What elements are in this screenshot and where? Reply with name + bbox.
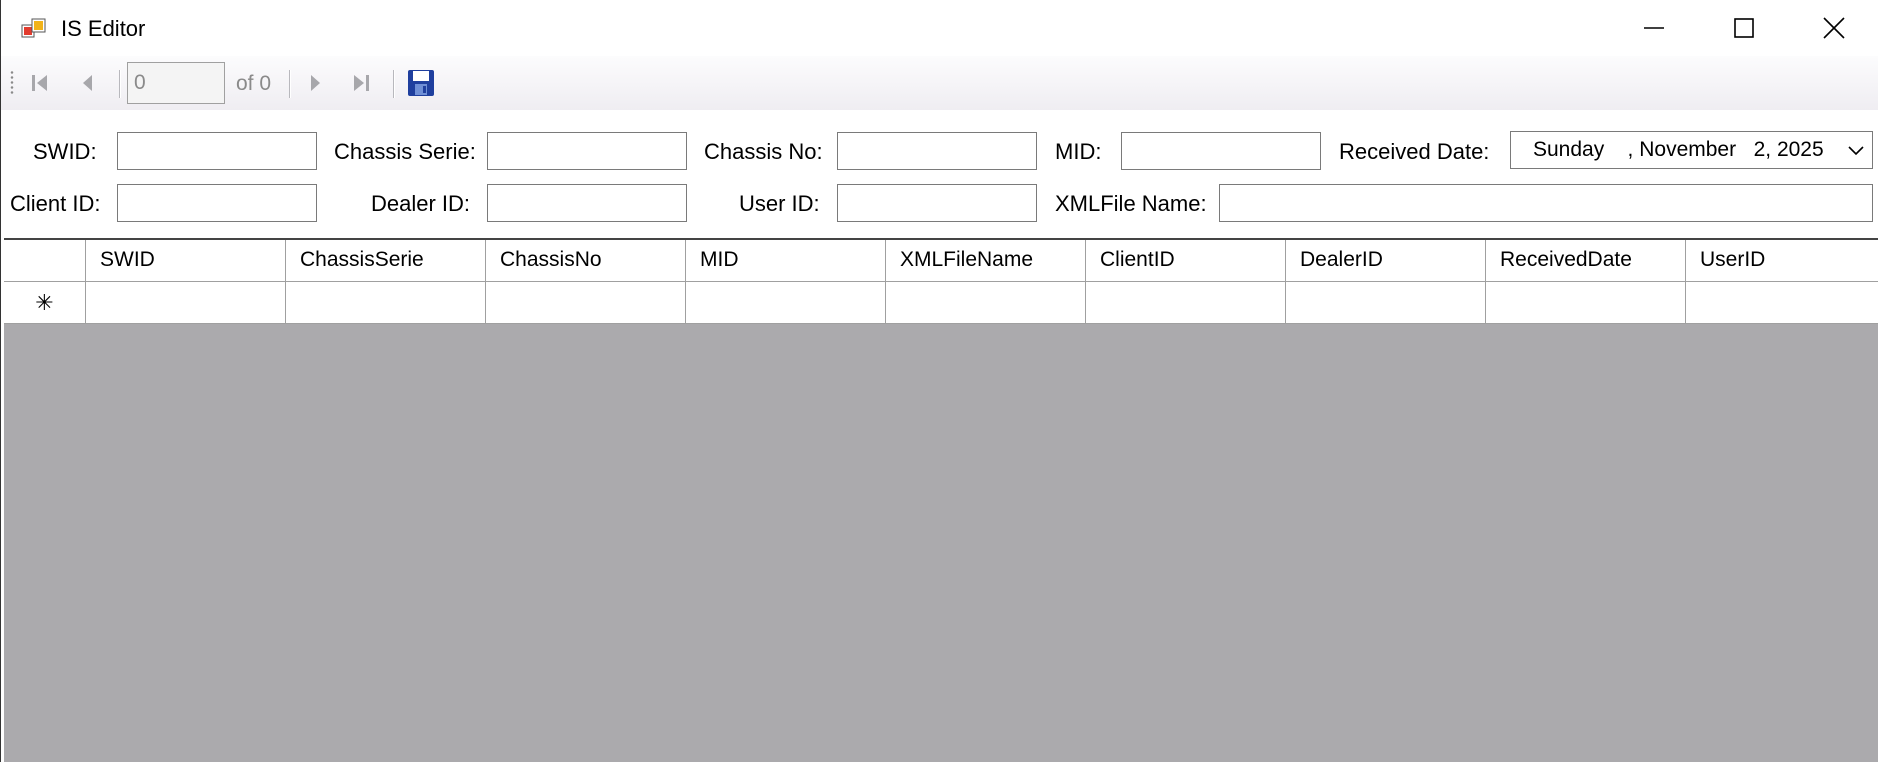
column-header-chassis-serie[interactable]: ChassisSerie [286,240,486,282]
swid-label: SWID: [33,139,97,164]
column-header-dealer-id[interactable]: DealerID [1286,240,1486,282]
new-row-asterisk-icon: ✳ [35,289,54,315]
maximize-icon [1734,18,1754,38]
column-header-mid[interactable]: MID [686,240,886,282]
chassis-no-label: Chassis No: [704,139,823,164]
new-row-cell-dealer-id[interactable] [1286,282,1486,324]
column-header-received-date[interactable]: ReceivedDate [1486,240,1686,282]
toolbar-separator [289,70,290,98]
user-id-label: User ID: [739,191,820,216]
is-editor-window: IS Editor 0 of 0 SWID: Chassis Serie: Ch… [0,0,1878,762]
move-first-button[interactable] [25,68,55,98]
move-first-icon [32,75,47,91]
xml-file-name-label: XMLFile Name: [1055,191,1207,216]
new-row-cell-chassis-serie[interactable] [286,282,486,324]
mid-field[interactable] [1121,132,1321,170]
app-icon[interactable] [21,17,47,41]
column-header-client-id[interactable]: ClientID [1086,240,1286,282]
new-row-header[interactable]: ✳ [4,282,86,324]
client-id-label: Client ID: [10,191,101,216]
minimize-icon [1644,27,1664,29]
chevron-down-icon[interactable] [1846,140,1866,160]
toolbar-separator [393,70,394,98]
save-icon [408,70,434,96]
chassis-serie-field[interactable] [487,132,687,170]
dealer-id-label: Dealer ID: [371,191,471,216]
column-header-chassis-no[interactable]: ChassisNo [486,240,686,282]
toolbar-separator [119,70,120,98]
data-grid[interactable]: SWID ChassisSerie ChassisNo MID XMLFileN… [4,238,1878,762]
toolbar-grip[interactable] [10,70,14,96]
move-next-button[interactable] [300,68,330,98]
record-count-label: of 0 [236,72,272,95]
chassis-no-field[interactable] [837,132,1037,170]
title-bar[interactable]: IS Editor [1,0,1878,56]
received-date-picker[interactable]: Sunday , November 2, 2025 [1510,131,1873,169]
new-row-cell-client-id[interactable] [1086,282,1286,324]
move-previous-button[interactable] [73,68,103,98]
position-input[interactable]: 0 [127,62,225,104]
new-row-cell-chassis-no[interactable] [486,282,686,324]
move-last-icon [354,75,369,91]
new-row-cell-swid[interactable] [86,282,286,324]
close-button[interactable] [1789,0,1878,56]
new-row-cell-user-id[interactable] [1686,282,1878,324]
close-icon [1823,17,1845,39]
column-header-user-id[interactable]: UserID [1686,240,1878,282]
chassis-serie-label: Chassis Serie: [334,139,476,164]
move-next-icon [311,75,320,91]
client-id-field[interactable] [117,184,317,222]
new-row-cell-xml-file-name[interactable] [886,282,1086,324]
column-header-xml-file-name[interactable]: XMLFileName [886,240,1086,282]
column-header-swid[interactable]: SWID [86,240,286,282]
user-id-field[interactable] [837,184,1037,222]
xml-file-name-field[interactable] [1219,184,1873,222]
swid-field[interactable] [117,132,317,170]
dealer-id-field[interactable] [487,184,687,222]
move-last-button[interactable] [346,68,376,98]
grid-corner-header[interactable] [4,240,86,282]
minimize-button[interactable] [1609,0,1699,56]
binding-navigator-toolbar: 0 of 0 [1,56,1878,110]
grid-header-row: SWID ChassisSerie ChassisNo MID XMLFileN… [4,240,1878,282]
received-date-label: Received Date: [1339,139,1490,164]
move-previous-icon [83,75,92,91]
mid-label: MID: [1055,139,1102,164]
save-button[interactable] [406,68,436,98]
new-row[interactable]: ✳ [4,282,1878,324]
window-title: IS Editor [61,16,146,41]
new-row-cell-mid[interactable] [686,282,886,324]
received-date-value: Sunday , November 2, 2025 [1533,138,1824,161]
maximize-button[interactable] [1699,0,1789,56]
new-row-cell-received-date[interactable] [1486,282,1686,324]
